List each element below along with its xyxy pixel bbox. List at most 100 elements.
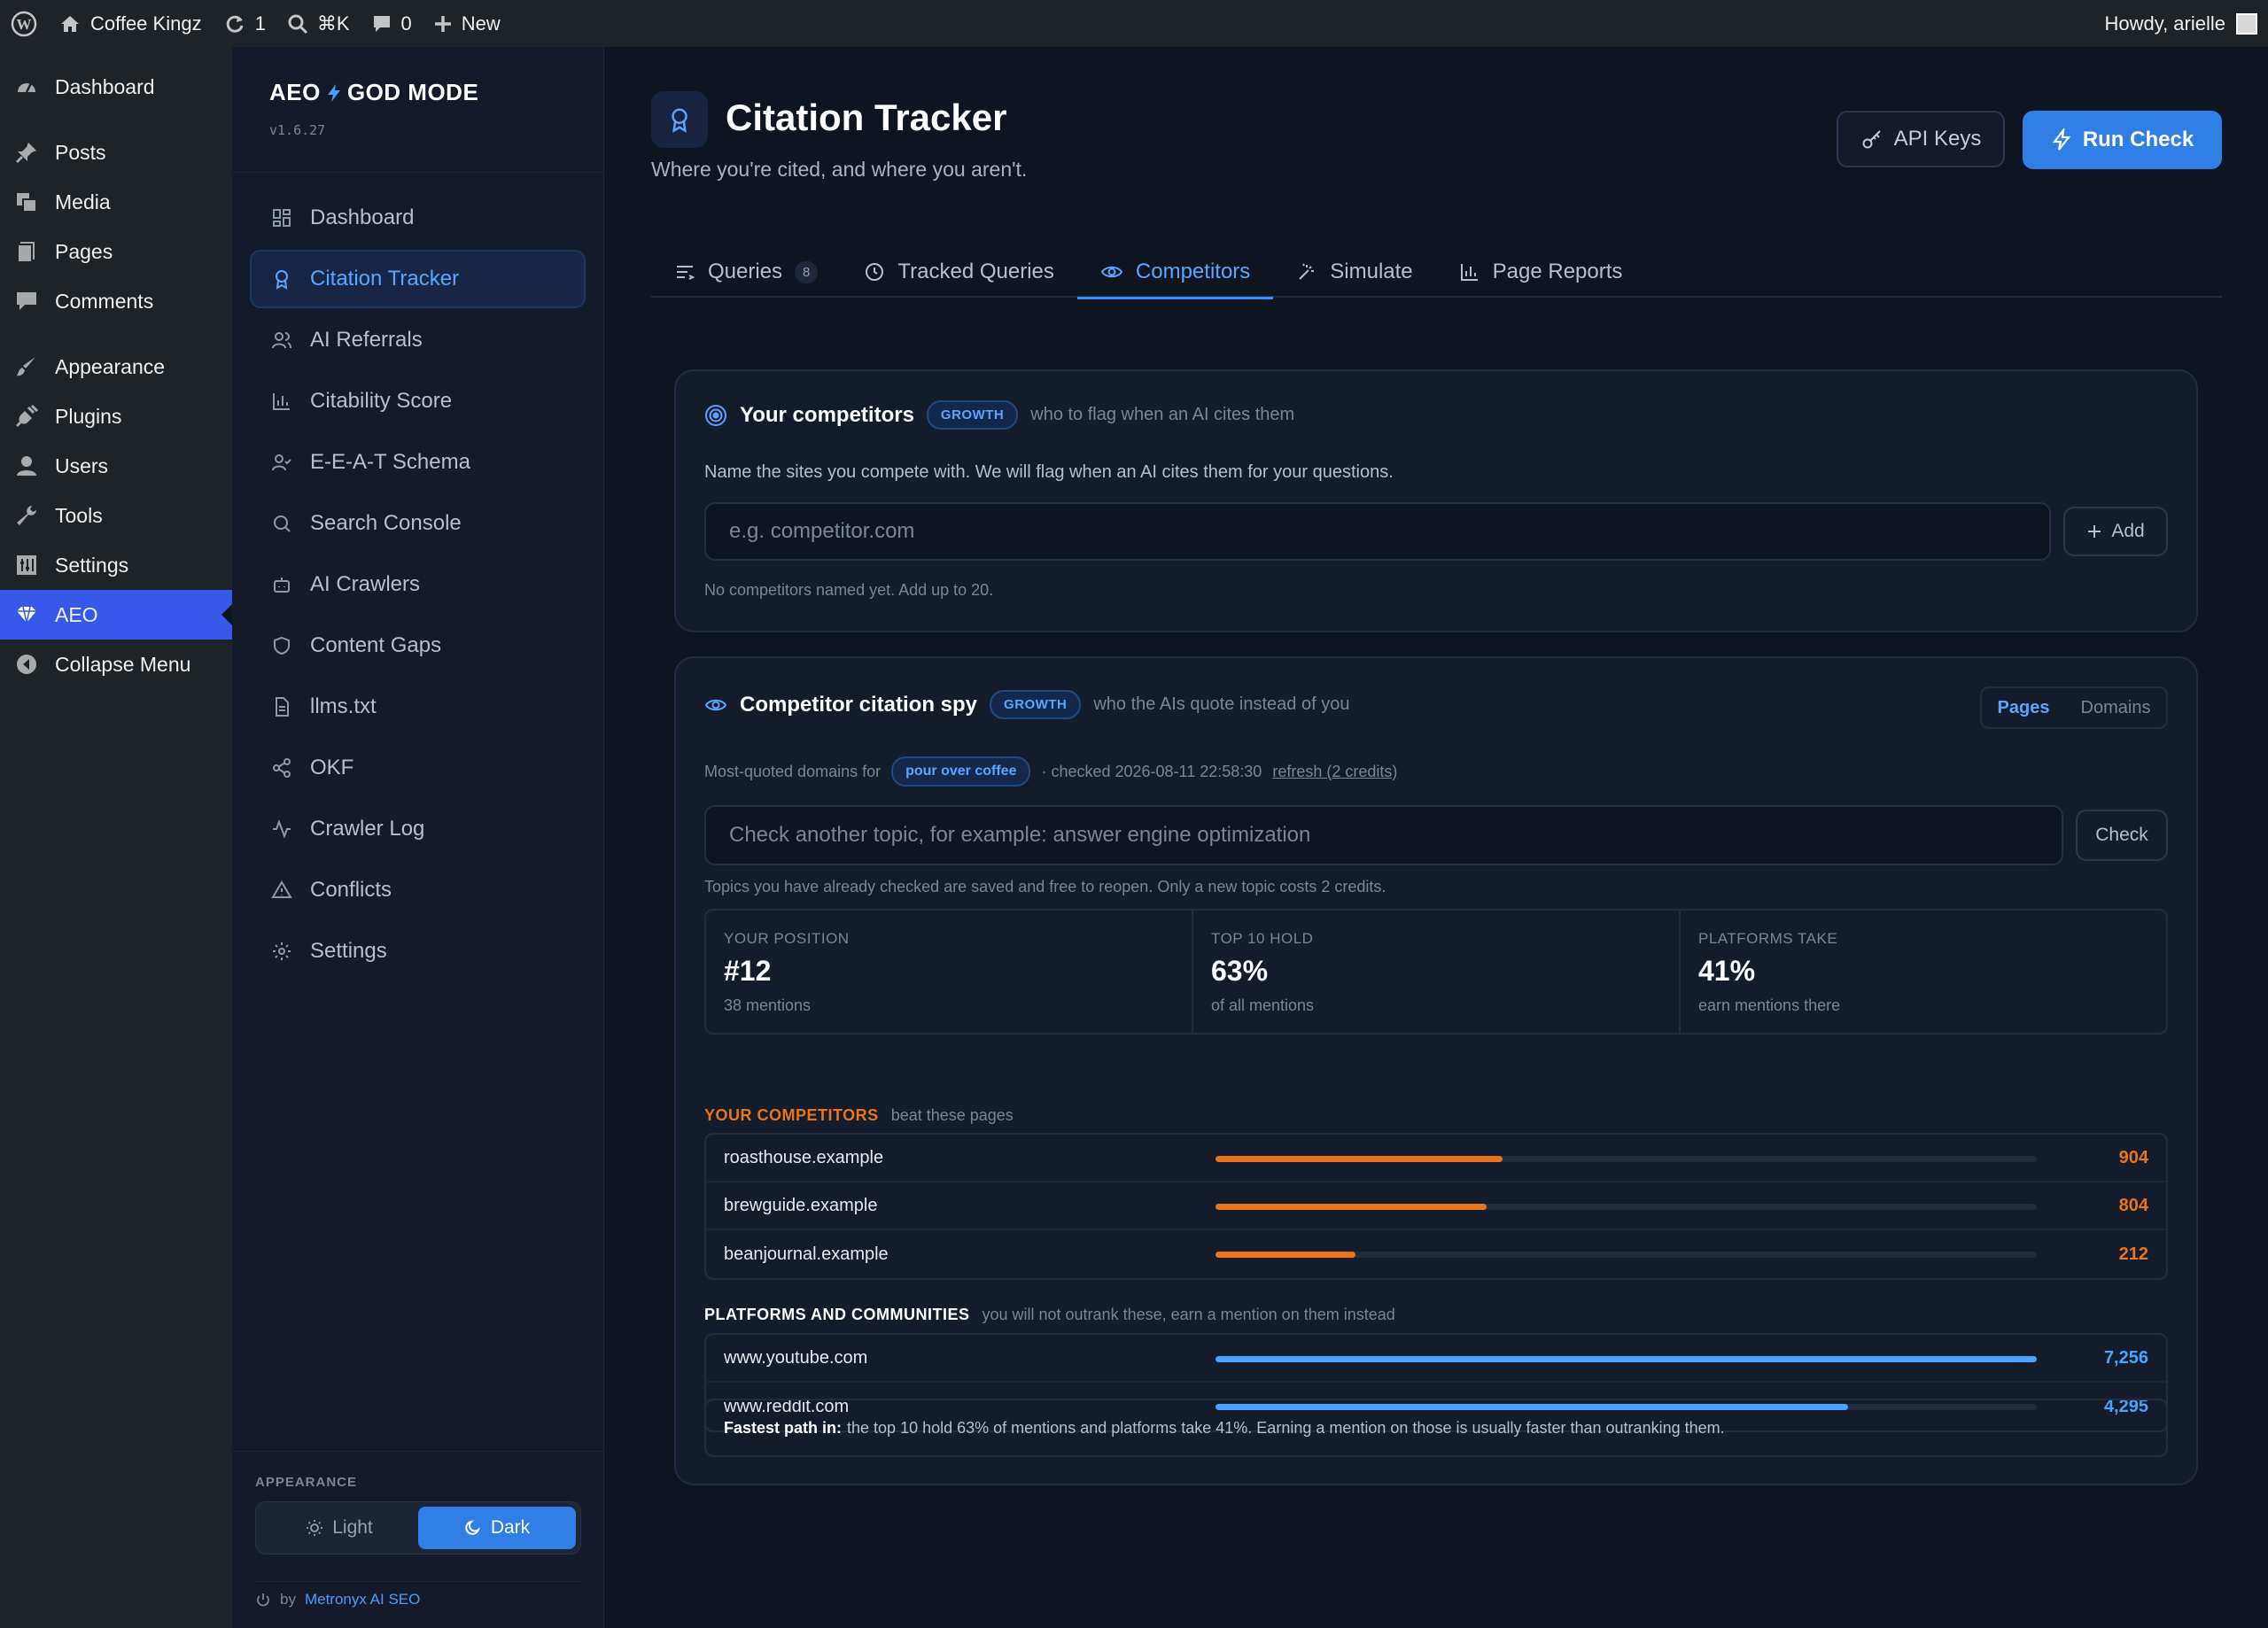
menu-tools[interactable]: Tools xyxy=(0,491,232,540)
topic-chip[interactable]: pour over coffee xyxy=(891,756,1031,787)
competitor-bar xyxy=(1216,1204,1487,1210)
citation-spy-header: Competitor citation spy GROWTH who the A… xyxy=(704,690,1349,719)
wordpress-logo-icon[interactable]: W xyxy=(0,0,48,47)
nav-eeat-schema[interactable]: E-E-A-T Schema xyxy=(250,433,586,492)
competitor-row[interactable]: brewguide.example 804 xyxy=(706,1182,2166,1230)
menu-plugins[interactable]: Plugins xyxy=(0,391,232,441)
add-competitor-button[interactable]: Add xyxy=(2063,507,2168,556)
growth-badge: GROWTH xyxy=(926,400,1019,430)
topic-input[interactable]: Check another topic, for example: answer… xyxy=(704,805,2063,865)
nav-dashboard[interactable]: Dashboard xyxy=(250,189,586,247)
avatar xyxy=(2236,12,2257,35)
theme-light-button[interactable]: Light xyxy=(260,1507,418,1549)
plug-icon xyxy=(15,404,39,428)
aeo-icon xyxy=(17,606,36,624)
menu-comments[interactable]: Comments xyxy=(0,276,232,326)
nav-citability-score[interactable]: Citability Score xyxy=(250,372,586,430)
plugin-sidebar: AEO GOD MODE v1.6.27 Dashboard Citation … xyxy=(232,47,604,1628)
site-name-link[interactable]: Coffee Kingz xyxy=(48,0,213,47)
menu-media[interactable]: Media xyxy=(0,177,232,227)
tab-page-reports[interactable]: Page Reports xyxy=(1436,246,1646,298)
competitor-row[interactable]: beanjournal.example 212 xyxy=(706,1230,2166,1278)
list-icon xyxy=(677,266,695,280)
topics-note: Topics you have already checked are save… xyxy=(704,878,1386,895)
your-competitors-card: Your competitors GROWTH who to flag when… xyxy=(674,369,2198,632)
bot-icon xyxy=(274,578,290,593)
comment-icon xyxy=(373,15,390,32)
power-icon xyxy=(257,1593,269,1607)
api-keys-button[interactable]: API Keys xyxy=(1837,111,2005,167)
settings-icon xyxy=(17,555,36,575)
refresh-icon xyxy=(226,15,244,33)
nav-ai-referrals[interactable]: AI Referrals xyxy=(250,311,586,369)
menu-aeo[interactable]: AEO xyxy=(0,590,232,640)
seg-domains[interactable]: Domains xyxy=(2081,698,2151,718)
platform-row[interactable]: www.youtube.com 7,256 xyxy=(706,1335,2166,1383)
alert-triangle-icon xyxy=(271,880,292,898)
nav-settings[interactable]: Settings xyxy=(250,922,586,981)
updates-count: 1 xyxy=(254,12,266,35)
competitor-row[interactable]: roasthouse.example 904 xyxy=(706,1135,2166,1182)
queries-count-badge: 8 xyxy=(795,260,819,283)
my-account[interactable]: Howdy, arielle xyxy=(2104,12,2268,35)
menu-users[interactable]: Users xyxy=(0,441,232,491)
eye-icon xyxy=(704,699,727,710)
menu-collapse[interactable]: Collapse Menu xyxy=(0,640,232,689)
tab-tracked-queries[interactable]: Tracked Queries xyxy=(841,246,1077,298)
search-shortcut[interactable]: ⌘K xyxy=(276,0,361,47)
target-icon xyxy=(705,404,726,426)
nav-crawler-log[interactable]: Crawler Log xyxy=(250,800,586,858)
nav-llms-txt[interactable]: llms.txt xyxy=(250,678,586,736)
main-content: Citation Tracker Where you're cited, and… xyxy=(605,47,2268,1628)
collapse-icon xyxy=(17,655,36,674)
menu-settings[interactable]: Settings xyxy=(0,540,232,590)
tab-simulate[interactable]: Simulate xyxy=(1273,246,1435,298)
moon-icon xyxy=(465,1520,480,1535)
platform-bar xyxy=(1216,1356,2037,1362)
credit-link[interactable]: Metronyx AI SEO xyxy=(305,1591,420,1609)
search-icon xyxy=(274,516,291,532)
platforms-section-label: PLATFORMS AND COMMUNITIES you will not o… xyxy=(704,1306,1395,1323)
menu-appearance[interactable]: Appearance xyxy=(0,342,232,391)
howdy-text: Howdy, arielle xyxy=(2104,12,2225,35)
your-competitors-header: Your competitors GROWTH who to flag when… xyxy=(704,400,1294,430)
stat-platforms-take: PLATFORMS TAKE 41% earn mentions there xyxy=(1698,930,1841,1014)
run-check-button[interactable]: Run Check xyxy=(2023,111,2222,169)
seg-pages[interactable]: Pages xyxy=(1998,698,2050,718)
menu-dashboard[interactable]: Dashboard xyxy=(0,62,232,112)
brand-title: AEO GOD MODE xyxy=(269,79,479,105)
plugin-credit: by Metronyx AI SEO xyxy=(255,1581,581,1609)
tab-queries[interactable]: Queries 8 xyxy=(651,246,841,298)
tab-competitors[interactable]: Competitors xyxy=(1076,246,1274,299)
refresh-link[interactable]: refresh (2 credits) xyxy=(1272,763,1397,781)
theme-dark-button[interactable]: Dark xyxy=(418,1507,576,1549)
competitor-bar xyxy=(1216,1156,1503,1162)
competitor-domain-input[interactable]: e.g. competitor.com xyxy=(704,502,2051,561)
menu-pages[interactable]: Pages xyxy=(0,227,232,276)
card-title: Competitor citation spy xyxy=(740,692,978,717)
nav-search-console[interactable]: Search Console xyxy=(250,494,586,553)
svg-text:W: W xyxy=(17,16,32,33)
updates-link[interactable]: 1 xyxy=(213,0,276,47)
grid-icon xyxy=(273,209,291,227)
nav-ai-crawlers[interactable]: AI Crawlers xyxy=(250,555,586,614)
home-icon xyxy=(61,15,79,32)
nav-okf[interactable]: OKF xyxy=(250,739,586,797)
plus-icon xyxy=(2088,525,2101,538)
nav-citation-tracker[interactable]: Citation Tracker xyxy=(250,250,586,308)
page-subtitle: Where you're cited, and where you aren't… xyxy=(651,158,1028,181)
menu-posts[interactable]: Posts xyxy=(0,128,232,177)
new-content-link[interactable]: New xyxy=(423,0,511,47)
nav-conflicts[interactable]: Conflicts xyxy=(250,861,586,919)
competitors-section-label: YOUR COMPETITORS beat these pages xyxy=(704,1106,1014,1124)
bolt-icon xyxy=(327,83,340,102)
comments-link[interactable]: 0 xyxy=(361,0,423,47)
media-icon xyxy=(17,193,37,213)
pages-icon xyxy=(17,242,35,263)
nav-content-gaps[interactable]: Content Gaps xyxy=(250,616,586,675)
stats-row: YOUR POSITION #12 38 mentions TOP 10 HOL… xyxy=(704,909,2168,1035)
fastest-path-callout: Fastest path in: the top 10 hold 63% of … xyxy=(704,1399,2168,1457)
new-label: New xyxy=(461,12,501,35)
share-icon xyxy=(273,758,291,778)
check-topic-button[interactable]: Check xyxy=(2076,810,2168,861)
